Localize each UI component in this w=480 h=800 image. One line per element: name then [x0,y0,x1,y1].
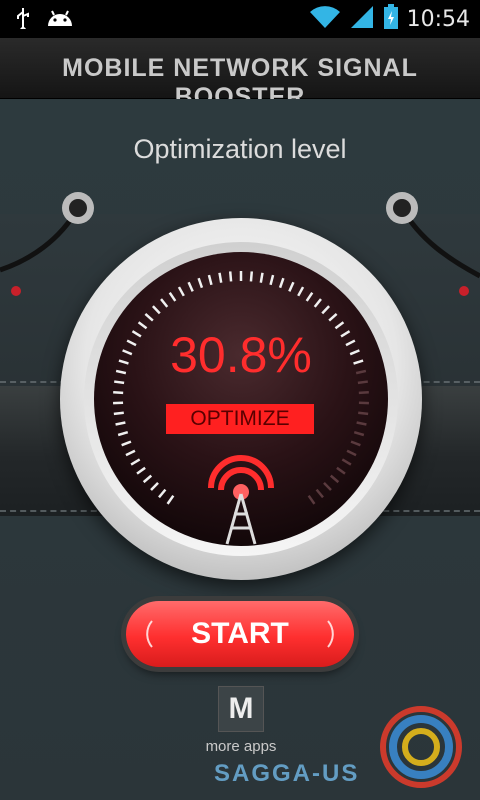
gauge-tick [158,488,167,499]
gauge-tick [328,312,338,322]
optimization-percent: 30.8% [170,327,312,383]
start-button[interactable]: START [126,601,354,667]
gauge-tick [197,277,204,289]
gauge-tick [329,474,340,484]
signal-icon [349,4,375,34]
gauge-tick [207,274,213,286]
status-right-icons: 10:54 [309,4,470,34]
watermark-logo [380,706,462,788]
watermark-text: SAGGA-US [214,760,360,787]
refresh-arrows-icon [146,620,334,648]
gauge-tick [346,449,357,457]
optimization-level-label: Optimization level [133,134,347,164]
gauge-tick [115,421,126,426]
gauge-tick [168,291,177,302]
gauge-tick [218,272,223,283]
gauge-tick [321,305,331,315]
gauge-tick [151,305,161,315]
gauge-tick [278,277,285,289]
gauge-tick [130,458,141,466]
more-apps[interactable]: M more apps [200,686,282,755]
gauge-tick [323,482,332,491]
gauge-tick [288,281,295,292]
gauge-tick [307,494,316,505]
gauge-tick [144,312,154,322]
gauge-tick [113,391,124,395]
gauge-tick [136,466,146,475]
gauge-tick [315,488,324,499]
wifi-icon [309,4,341,34]
gauge-tick [150,482,159,491]
gauge-tick [356,421,367,426]
gauge-tick [166,494,175,505]
signal-tower-icon [208,455,274,545]
more-apps-label: more apps [205,738,277,755]
gauge-tick [341,458,352,466]
gauge-tick [187,281,194,292]
gauge-tick [113,411,124,416]
more-apps-icon[interactable]: M [218,686,264,732]
status-left-icons [14,7,74,33]
optimization-dial: 30.8% OPTIMIZE [60,218,422,580]
gauge-tick [353,430,365,437]
gauge-tick [358,411,369,416]
app-header: MOBILE NETWORK SIGNAL BOOSTER [0,38,480,111]
battery-icon [383,4,399,34]
optimize-badge[interactable]: OPTIMIZE [166,404,314,434]
gauge-tick [117,430,129,437]
gauge-tick [228,271,233,282]
gauge-tick [313,298,322,308]
status-bar: 10:54 [0,0,480,38]
android-icon [46,8,74,32]
gauge-tick [336,466,346,475]
usb-icon [14,7,32,33]
gauge-tick [125,449,136,457]
gauge-tick [249,271,254,282]
gauge-tick [269,274,275,286]
clock: 10:54 [406,6,470,32]
gauge-tick [305,291,314,302]
gauge-tick [142,474,153,484]
gauge-tick [259,272,264,283]
gauge-tick [177,286,185,297]
gauge-tick [160,298,169,308]
gauge-tick [121,440,132,447]
gauge-tick [350,440,361,447]
gauge-tick [297,286,305,297]
gauge-tick [358,391,369,395]
